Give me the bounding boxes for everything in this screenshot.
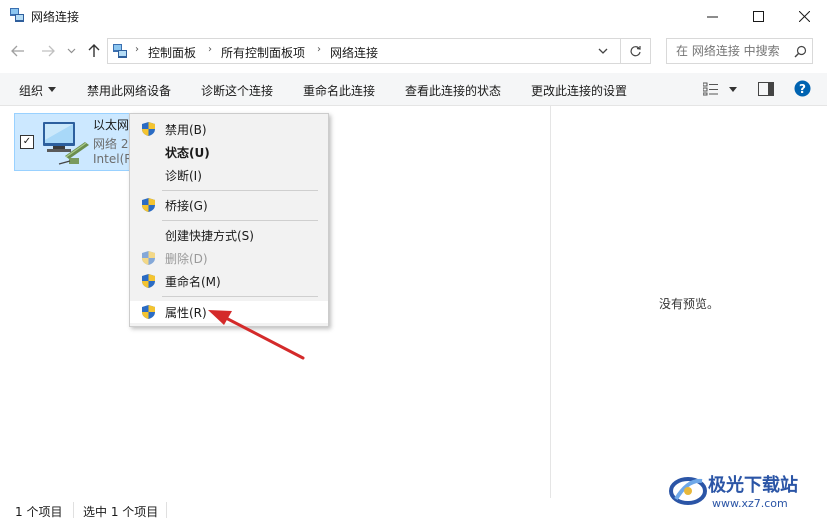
arrow-right-icon xyxy=(42,45,55,57)
watermark-text: 极光下载站 xyxy=(708,475,798,496)
menu-item-label: 创建快捷方式(S) xyxy=(165,229,254,243)
search-input[interactable] xyxy=(667,39,796,63)
menu-item-rename[interactable]: 重命名(M) xyxy=(130,270,328,292)
disable-device-button[interactable]: 禁用此网络设备 xyxy=(87,82,171,99)
chevron-down-icon xyxy=(67,48,75,54)
menu-item-create-shortcut[interactable]: 创建快捷方式(S) xyxy=(130,224,328,246)
network-connections-icon xyxy=(10,8,24,22)
preview-pane: 没有预览。 xyxy=(550,106,827,498)
help-icon[interactable]: ? xyxy=(794,80,811,97)
item-count: 1 个项目 xyxy=(15,505,63,519)
breadcrumb-network-connections[interactable]: 网络连接 xyxy=(330,44,378,61)
watermark: 极光下载站 www.xz7.com xyxy=(668,466,818,516)
refresh-button[interactable] xyxy=(621,38,651,64)
breadcrumb-control-panel[interactable]: 控制面板 xyxy=(148,44,196,61)
menu-item-disable[interactable]: 禁用(B) xyxy=(130,118,328,140)
no-preview-message: 没有预览。 xyxy=(659,297,720,311)
context-menu: 禁用(B) 状态(U) 诊断(I) 桥接(G) 创建快捷方式(S) 删除(D) … xyxy=(129,113,329,327)
minimize-button[interactable] xyxy=(689,0,735,32)
selected-count: 选中 1 个项目 xyxy=(83,505,159,519)
uac-shield-icon xyxy=(142,122,155,136)
menu-item-label: 禁用(B) xyxy=(165,123,207,137)
menu-separator xyxy=(162,296,318,297)
watermark-url: www.xz7.com xyxy=(712,497,788,510)
maximize-icon xyxy=(752,10,764,22)
view-options-icon[interactable] xyxy=(703,82,719,96)
menu-item-label: 删除(D) xyxy=(165,252,208,266)
red-arrow-annotation xyxy=(208,310,305,360)
search-box[interactable] xyxy=(666,38,813,64)
diagnose-button[interactable]: 诊断这个连接 xyxy=(201,82,273,99)
uac-shield-icon xyxy=(142,251,155,265)
caret-down-icon[interactable] xyxy=(729,87,737,92)
watermark-logo-icon xyxy=(669,477,707,505)
menu-item-delete[interactable]: 删除(D) xyxy=(130,247,328,269)
menu-item-status[interactable]: 状态(U) xyxy=(130,141,328,163)
menu-item-label: 重命名(M) xyxy=(165,275,221,289)
view-status-button[interactable]: 查看此连接的状态 xyxy=(405,82,501,99)
caret-down-icon[interactable] xyxy=(48,87,56,92)
ethernet-adapter-icon xyxy=(43,122,89,165)
window-title: 网络连接 xyxy=(31,10,80,24)
change-settings-button[interactable]: 更改此连接的设置 xyxy=(531,82,627,99)
menu-item-label: 状态(U) xyxy=(165,146,210,160)
menu-item-bridge[interactable]: 桥接(G) xyxy=(130,194,328,216)
chevron-down-icon[interactable] xyxy=(598,48,608,55)
maximize-button[interactable] xyxy=(735,0,781,32)
minimize-icon xyxy=(706,16,718,17)
status-divider xyxy=(166,502,167,518)
breadcrumb-separator: › xyxy=(208,44,212,55)
uac-shield-icon xyxy=(142,274,155,288)
connection-adapter: Intel(R xyxy=(93,152,133,166)
search-icon xyxy=(794,45,807,58)
status-divider xyxy=(73,502,74,518)
up-button[interactable] xyxy=(86,43,102,59)
menu-item-label: 诊断(I) xyxy=(165,169,202,183)
menu-item-diagnose[interactable]: 诊断(I) xyxy=(130,164,328,186)
menu-separator xyxy=(162,190,318,191)
connection-name: 以太网 xyxy=(93,118,130,132)
command-bar: 组织 禁用此网络设备 诊断这个连接 重命名此连接 查看此连接的状态 更改此连接的… xyxy=(0,73,827,106)
rename-button[interactable]: 重命名此连接 xyxy=(303,82,375,99)
title-bar: 网络连接 xyxy=(0,0,827,32)
preview-pane-icon[interactable] xyxy=(758,82,774,96)
recent-locations-button[interactable] xyxy=(63,43,79,59)
breadcrumb-separator: › xyxy=(317,44,321,55)
menu-separator xyxy=(162,220,318,221)
menu-item-label: 桥接(G) xyxy=(165,199,208,213)
address-bar[interactable]: › 控制面板 › 所有控制面板项 › 网络连接 xyxy=(107,38,621,64)
breadcrumb-all-items[interactable]: 所有控制面板项 xyxy=(221,44,305,61)
arrow-left-icon xyxy=(11,45,24,57)
forward-button[interactable] xyxy=(40,43,56,59)
item-checkbox[interactable]: ✓ xyxy=(20,135,34,149)
uac-shield-icon xyxy=(142,198,155,212)
uac-shield-icon xyxy=(142,305,155,319)
organize-menu[interactable]: 组织 xyxy=(19,82,43,99)
back-button[interactable] xyxy=(10,43,26,59)
svg-text:?: ? xyxy=(799,82,806,96)
connection-network: 网络 2 xyxy=(93,137,129,151)
close-button[interactable] xyxy=(781,0,827,32)
refresh-icon xyxy=(630,45,641,56)
control-panel-icon xyxy=(113,44,127,58)
arrow-up-icon xyxy=(88,44,100,57)
close-icon xyxy=(798,10,810,22)
breadcrumb-separator: › xyxy=(135,44,139,55)
